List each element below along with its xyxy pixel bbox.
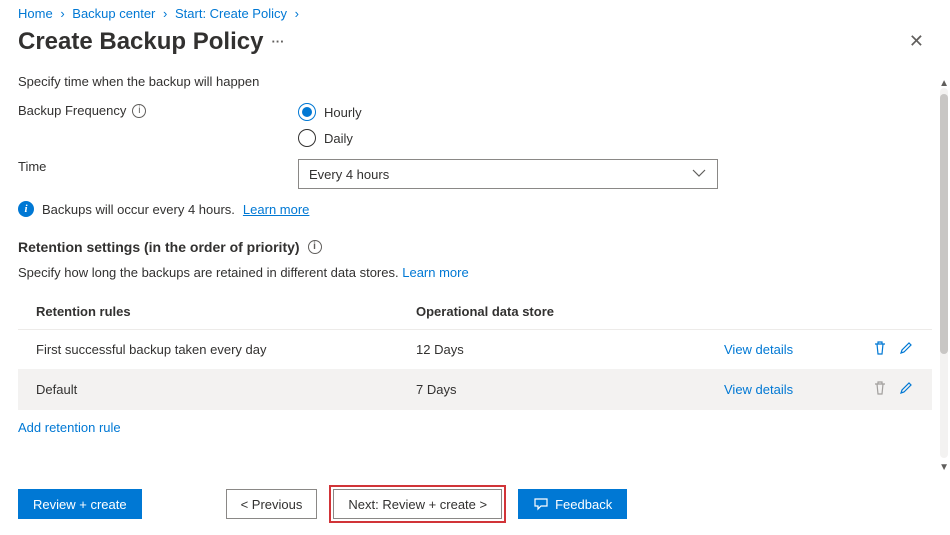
rule-name: First successful backup taken every day: [36, 342, 416, 357]
breadcrumb-create-policy[interactable]: Start: Create Policy: [175, 6, 287, 21]
rule-name: Default: [36, 382, 416, 397]
info-icon: i: [18, 201, 34, 217]
retention-learn-more-link[interactable]: Learn more: [402, 265, 468, 280]
chevron-down-icon: [691, 165, 707, 184]
info-icon[interactable]: i: [308, 240, 322, 254]
page-title: Create Backup Policy: [18, 28, 263, 56]
retention-title: Retention settings (in the order of prio…: [18, 239, 300, 255]
radio-daily[interactable]: Daily: [298, 129, 362, 147]
breadcrumb-home[interactable]: Home: [18, 6, 53, 21]
radio-daily-label: Daily: [324, 131, 353, 146]
chevron-right-icon: ›: [295, 6, 299, 21]
delete-icon[interactable]: [872, 340, 888, 359]
radio-hourly[interactable]: Hourly: [298, 103, 362, 121]
section-intro: Specify time when the backup will happen: [18, 74, 932, 89]
info-icon[interactable]: i: [132, 104, 146, 118]
view-details-link[interactable]: View details: [724, 382, 844, 397]
edit-icon[interactable]: [898, 340, 914, 359]
rule-store: 12 Days: [416, 342, 724, 357]
review-create-button[interactable]: Review + create: [18, 489, 142, 519]
table-row: First successful backup taken every day …: [18, 330, 932, 370]
scrollbar-thumb[interactable]: [940, 94, 948, 354]
feedback-icon: [533, 496, 549, 512]
radio-hourly-label: Hourly: [324, 105, 362, 120]
info-bar-text: Backups will occur every 4 hours.: [42, 202, 235, 217]
view-details-link[interactable]: View details: [724, 342, 844, 357]
previous-button[interactable]: < Previous: [226, 489, 318, 519]
col-retention-rules: Retention rules: [36, 304, 416, 319]
time-select-value: Every 4 hours: [309, 167, 389, 182]
feedback-button[interactable]: Feedback: [518, 489, 627, 519]
rule-store: 7 Days: [416, 382, 724, 397]
table-row: Default 7 Days View details: [18, 370, 932, 410]
frequency-label: Backup Frequency: [18, 103, 126, 118]
scroll-down-arrow[interactable]: ▼: [939, 462, 949, 473]
retention-subtitle: Specify how long the backups are retaine…: [18, 265, 399, 280]
time-label: Time: [18, 159, 46, 174]
next-button[interactable]: Next: Review + create >: [333, 489, 502, 519]
chevron-right-icon: ›: [60, 6, 64, 21]
close-button[interactable]: ✕: [901, 27, 932, 56]
col-operational-store: Operational data store: [416, 304, 724, 319]
delete-icon: [872, 380, 888, 399]
edit-icon[interactable]: [898, 380, 914, 399]
breadcrumb-backup-center[interactable]: Backup center: [72, 6, 155, 21]
learn-more-link[interactable]: Learn more: [243, 202, 309, 217]
time-select[interactable]: Every 4 hours: [298, 159, 718, 189]
more-actions-icon[interactable]: ···: [271, 34, 284, 49]
breadcrumb: Home › Backup center › Start: Create Pol…: [18, 6, 932, 21]
add-retention-rule-link[interactable]: Add retention rule: [18, 410, 932, 435]
chevron-right-icon: ›: [163, 6, 167, 21]
scrollbar[interactable]: [940, 88, 948, 458]
